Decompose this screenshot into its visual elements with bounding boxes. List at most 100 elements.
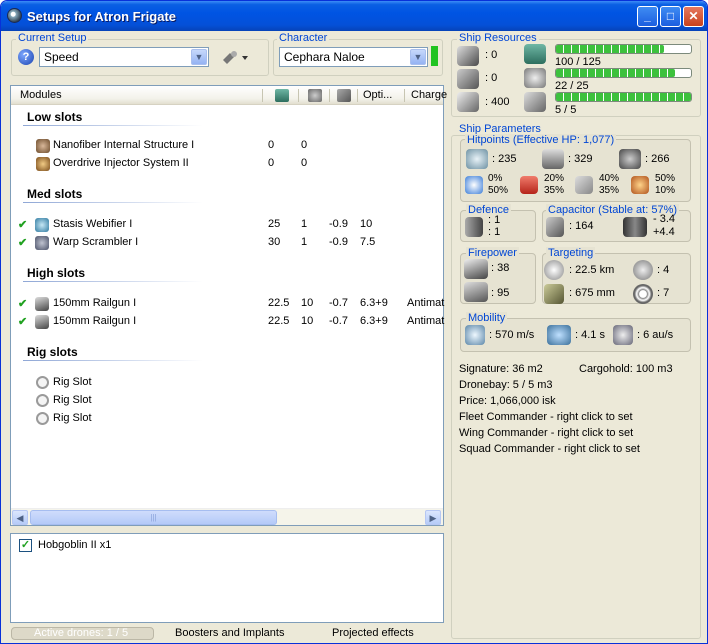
- cpu-icon: [524, 44, 546, 64]
- shield-icon: [466, 149, 488, 169]
- title-bar[interactable]: Setups for Atron Frigate _ □ ✕: [1, 1, 707, 31]
- armor-hp: 329: [574, 153, 593, 165]
- module-icon: [35, 236, 49, 250]
- module-icon: [36, 157, 50, 171]
- structure-icon: [619, 149, 641, 169]
- tools-icon: [223, 51, 248, 64]
- drones-list[interactable]: ✓ Hobgoblin II x1: [10, 533, 444, 623]
- max-targets: 4: [663, 264, 670, 276]
- powergrid-bar: [555, 68, 692, 78]
- setup-select-value: Speed: [44, 50, 79, 64]
- column-modules[interactable]: Modules: [20, 89, 62, 101]
- maximize-button[interactable]: □: [660, 6, 681, 27]
- mobility-legend: Mobility: [466, 312, 508, 324]
- boosters-implants-tab[interactable]: Boosters and Implants: [175, 627, 284, 639]
- warp-speed: 6 au/s: [643, 329, 674, 341]
- projected-effects-tab[interactable]: Projected effects: [332, 627, 414, 639]
- cpu-column-icon[interactable]: [275, 89, 289, 102]
- capacitor-value: 164: [575, 220, 594, 232]
- empty-slot-icon: [36, 412, 49, 425]
- drone-checkbox[interactable]: ✓: [19, 539, 32, 552]
- help-icon[interactable]: ?: [18, 49, 34, 65]
- active-drones-status: Active drones: 1 / 5: [11, 627, 154, 640]
- max-targets-icon: [633, 260, 653, 280]
- drone-bandwidth-icon: [524, 92, 546, 112]
- module-row[interactable]: Nanofiber Internal Structure I 0 0: [11, 137, 443, 154]
- cpu-label: 100 / 125: [555, 56, 601, 68]
- firepower-legend: Firepower: [466, 247, 519, 259]
- powergrid-icon: [524, 68, 546, 88]
- scroll-left-button[interactable]: ◀: [12, 510, 28, 525]
- launcher-hardpoints-value: : 0: [485, 72, 498, 84]
- railgun-icon: [35, 315, 49, 329]
- empty-slot-icon: [36, 376, 49, 389]
- wing-commander-text[interactable]: Wing Commander - right click to set: [459, 427, 633, 439]
- app-window: Setups for Atron Frigate _ □ ✕ Current S…: [0, 0, 708, 644]
- active-check-icon[interactable]: ✔: [18, 236, 27, 249]
- fleet-commander-text[interactable]: Fleet Commander - right click to set: [459, 411, 633, 423]
- signature-text: Signature: 36 m2: [459, 363, 543, 375]
- tools-menu-button[interactable]: [220, 48, 250, 66]
- power-column-icon[interactable]: [308, 89, 322, 102]
- price-text: Price: 1,066,000 isk: [459, 395, 556, 407]
- explosive-resist-icon: [631, 176, 649, 194]
- module-row[interactable]: ✔ 150mm Railgun I 22.5 10 -0.7 6.3+9 Ant…: [11, 295, 444, 312]
- rig-slot-row[interactable]: Rig Slot: [11, 374, 443, 391]
- sensor-strength: 7: [663, 287, 670, 299]
- minimize-button[interactable]: _: [637, 6, 658, 27]
- rig-slot-row[interactable]: Rig Slot: [11, 392, 443, 409]
- module-icon: [35, 218, 49, 232]
- armor-icon: [542, 149, 564, 169]
- hitpoints-legend: Hitpoints (Effective HP: 1,077): [465, 134, 617, 146]
- close-button[interactable]: ✕: [683, 6, 704, 27]
- powergrid-label: 22 / 25: [555, 80, 589, 92]
- empty-slot-icon: [36, 394, 49, 407]
- window-title: Setups for Atron Frigate: [27, 9, 177, 24]
- velocity-icon: [465, 325, 485, 345]
- modules-list-header: Modules Opti... Charge: [11, 86, 447, 105]
- turret-damage-icon: [464, 259, 488, 279]
- chevron-down-icon[interactable]: ▼: [410, 49, 426, 65]
- structure-hp: 266: [651, 153, 670, 165]
- character-status-indicator: [431, 46, 438, 66]
- capacitor-recharge-icon: [623, 217, 647, 237]
- active-check-icon[interactable]: ✔: [18, 218, 27, 231]
- max-velocity: 570 m/s: [495, 329, 535, 341]
- module-row[interactable]: Overdrive Injector System II 0 0: [11, 155, 443, 172]
- sensor-strength-icon: [633, 284, 653, 304]
- character-select-value: Cephara Naloe: [284, 50, 365, 64]
- scroll-thumb[interactable]: |||: [30, 510, 277, 525]
- column-optimal[interactable]: Opti...: [363, 89, 392, 101]
- dronebay-text: Dronebay: 5 / 5 m3: [459, 379, 553, 391]
- chevron-down-icon[interactable]: ▼: [191, 49, 207, 65]
- scroll-right-button[interactable]: ▶: [425, 510, 441, 525]
- modules-list[interactable]: Modules Opti... Charge Low slots Nanofib…: [10, 85, 447, 526]
- character-legend: Character: [277, 32, 330, 44]
- capacitor-column-icon[interactable]: [337, 89, 351, 102]
- rig-slot-row[interactable]: Rig Slot: [11, 410, 443, 427]
- active-check-icon[interactable]: ✔: [18, 315, 27, 328]
- capacitor-icon: [546, 217, 564, 237]
- targeting-legend: Targeting: [546, 247, 596, 259]
- current-setup-legend: Current Setup: [16, 32, 89, 44]
- kinetic-resist-icon: [575, 176, 593, 194]
- align-time: 4.1 s: [581, 329, 605, 341]
- missile-damage-icon: [464, 282, 488, 302]
- active-check-icon[interactable]: ✔: [18, 297, 27, 310]
- drone-bay-label: 5 / 5: [555, 104, 577, 116]
- targeting-range: 22.5 km: [575, 264, 615, 276]
- drone-item-label[interactable]: Hobgoblin II x1: [38, 539, 111, 551]
- setup-select[interactable]: Speed ▼: [39, 47, 209, 67]
- horizontal-scrollbar[interactable]: ◀ ||| ▶: [11, 508, 443, 525]
- rig-slots-heading: Rig slots: [27, 345, 78, 359]
- module-row[interactable]: ✔ Stasis Webifier I 25 1 -0.9 10: [11, 216, 443, 233]
- squad-commander-text[interactable]: Squad Commander - right click to set: [459, 443, 640, 455]
- character-select[interactable]: Cephara Naloe ▼: [279, 47, 428, 67]
- column-charge[interactable]: Charge: [411, 89, 447, 101]
- module-row[interactable]: ✔ 150mm Railgun I 22.5 10 -0.7 6.3+9 Ant…: [11, 313, 444, 330]
- align-time-icon: [547, 325, 571, 345]
- module-row[interactable]: ✔ Warp Scrambler I 30 1 -0.9 7.5: [11, 234, 443, 251]
- calibration-value: : 400: [485, 96, 510, 108]
- module-icon: [36, 139, 50, 153]
- high-slots-heading: High slots: [27, 266, 86, 280]
